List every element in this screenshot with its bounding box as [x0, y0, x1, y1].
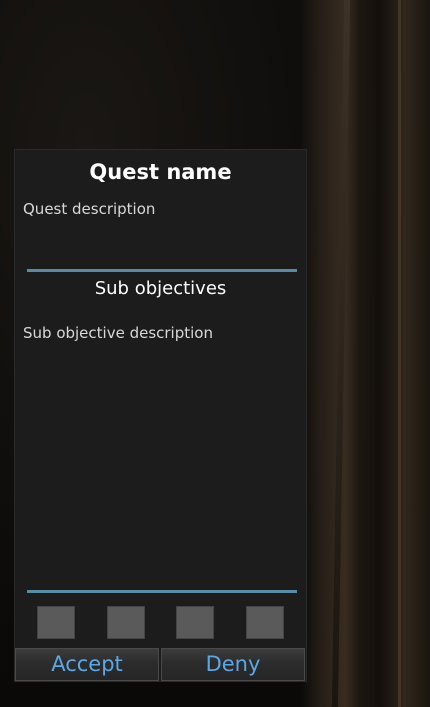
reward-slots: [15, 606, 306, 640]
wooden-pillar-edge: [398, 0, 401, 707]
sub-objectives-heading: Sub objectives: [94, 278, 227, 299]
divider-top: [27, 269, 297, 272]
dialog-buttons: Accept Deny: [15, 648, 306, 681]
reward-slot-2[interactable]: [107, 606, 145, 639]
deny-button[interactable]: Deny: [161, 648, 305, 681]
quest-description: Quest description: [23, 200, 156, 218]
quest-dialog: Quest name Quest description Sub objecti…: [14, 149, 307, 682]
divider-bottom: [27, 590, 297, 593]
reward-slot-4[interactable]: [246, 606, 284, 639]
quest-title: Quest name: [89, 160, 232, 184]
sub-objective-description: Sub objective description: [23, 324, 213, 342]
accept-button[interactable]: Accept: [15, 648, 159, 681]
reward-slot-3[interactable]: [176, 606, 214, 639]
reward-slot-1[interactable]: [37, 606, 75, 639]
